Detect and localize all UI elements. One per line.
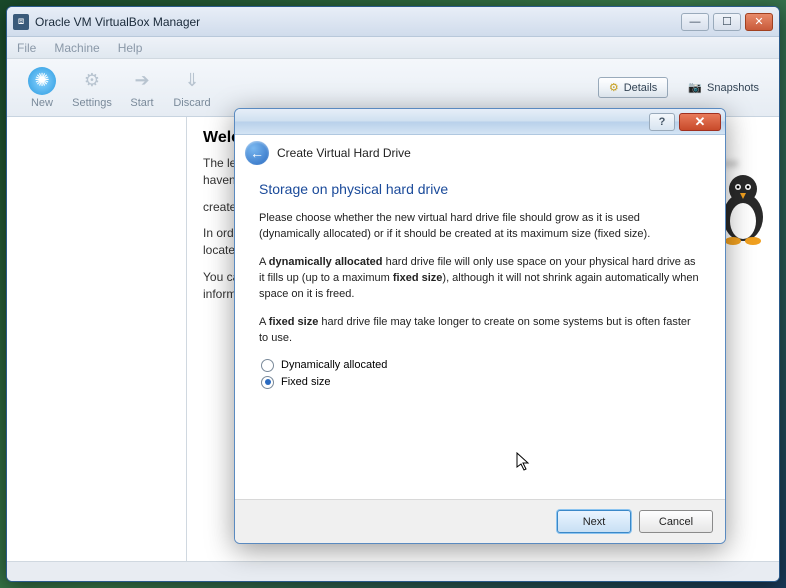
details-button[interactable]: ⚙ Details [598,77,669,98]
next-button[interactable]: Next [557,510,631,533]
dialog-help-button[interactable]: ? [649,113,675,131]
gear-icon: ⚙ [78,67,106,95]
dialog-body: Storage on physical hard drive Please ch… [235,171,725,499]
statusbar [7,561,779,581]
menu-machine[interactable]: Machine [54,41,99,55]
toolbar-settings-label: Settings [72,97,112,109]
arrow-down-icon: ⇓ [178,67,206,95]
snapshots-button[interactable]: 📷 Snapshots [678,78,769,97]
app-icon: ⧈ [13,14,29,30]
details-label: Details [624,82,658,94]
radio-fixed-label: Fixed size [281,376,331,388]
radio-fixed[interactable]: Fixed size [261,376,701,389]
radio-checked-icon [261,376,274,389]
vm-list-sidebar[interactable] [7,117,187,561]
dialog-close-button[interactable]: ✕ [679,113,721,131]
dialog-para3: A fixed size hard drive file may take lo… [259,315,701,347]
snapshots-label: Snapshots [707,82,759,94]
back-arrow-icon[interactable]: ← [245,141,269,165]
dialog-header: ← Create Virtual Hard Drive [235,135,725,171]
toolbar-new[interactable]: ✺ New [17,67,67,109]
close-button[interactable]: ✕ [745,13,773,31]
arrow-right-icon: ➔ [128,67,156,95]
dialog-para1: Please choose whether the new virtual ha… [259,211,701,243]
dialog-footer: Next Cancel [235,499,725,543]
toolbar-new-label: New [31,97,53,109]
toolbar-discard-label: Discard [173,97,210,109]
menu-file[interactable]: File [17,41,36,55]
menubar: File Machine Help [7,37,779,59]
dialog-para2: A dynamically allocated hard drive file … [259,255,701,303]
radio-dynamic-label: Dynamically allocated [281,359,387,371]
camera-icon: 📷 [688,81,702,94]
toolbar-start-label: Start [130,97,153,109]
gear-small-icon: ⚙ [609,81,619,94]
toolbar-start[interactable]: ➔ Start [117,67,167,109]
window-controls: — ☐ ✕ [681,13,773,31]
dialog-header-title: Create Virtual Hard Drive [277,146,411,160]
toolbar-discard[interactable]: ⇓ Discard [167,67,217,109]
minimize-button[interactable]: — [681,13,709,31]
radio-icon [261,359,274,372]
main-titlebar: ⧈ Oracle VM VirtualBox Manager — ☐ ✕ [7,7,779,37]
sun-icon: ✺ [28,67,56,95]
toolbar-settings[interactable]: ⚙ Settings [67,67,117,109]
maximize-button[interactable]: ☐ [713,13,741,31]
create-hard-drive-dialog: ? ✕ ← Create Virtual Hard Drive Storage … [234,108,726,544]
cancel-button[interactable]: Cancel [639,510,713,533]
dialog-titlebar: ? ✕ [235,109,725,135]
window-title: Oracle VM VirtualBox Manager [35,15,200,29]
menu-help[interactable]: Help [118,41,143,55]
dialog-heading: Storage on physical hard drive [259,181,701,197]
radio-dynamic[interactable]: Dynamically allocated [261,359,701,372]
